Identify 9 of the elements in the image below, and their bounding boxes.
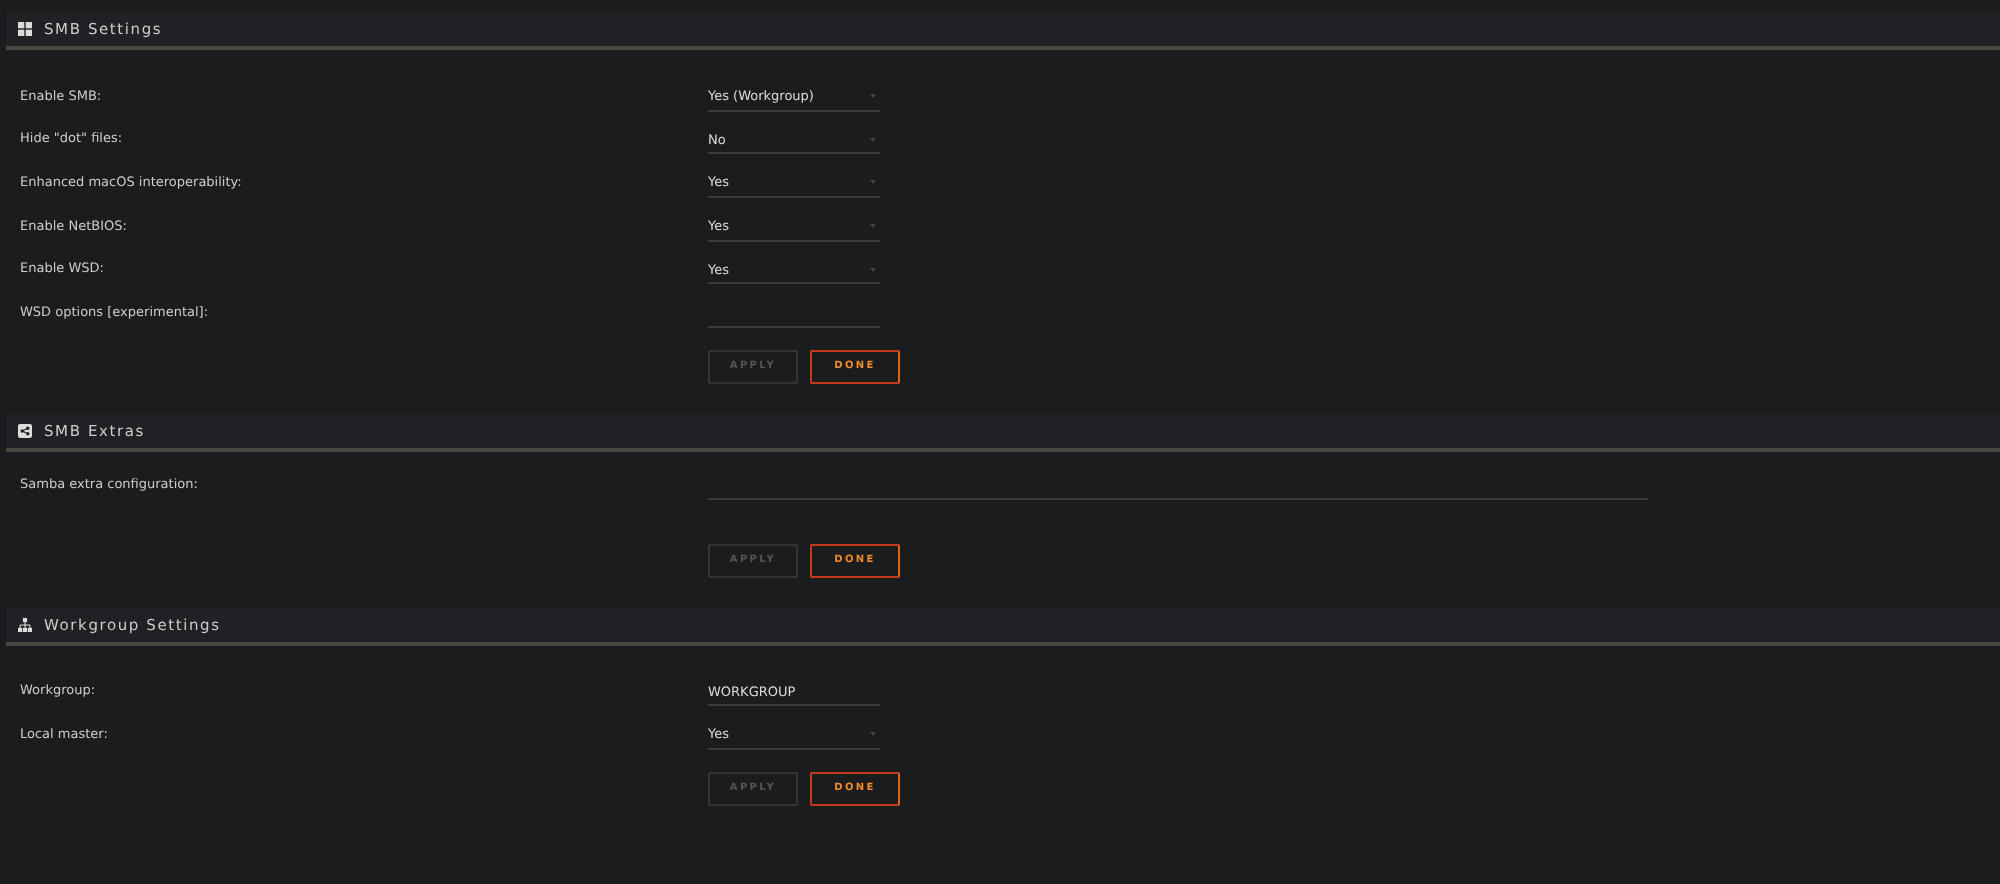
caret-icon xyxy=(870,180,876,185)
share-icon xyxy=(18,423,32,438)
caret-icon xyxy=(870,137,876,142)
caret-icon xyxy=(870,732,876,737)
caret-icon xyxy=(870,267,876,272)
sitemap-icon xyxy=(18,617,32,632)
caret-icon xyxy=(870,94,876,99)
windows-icon xyxy=(18,22,32,36)
caret-icon xyxy=(870,224,876,229)
